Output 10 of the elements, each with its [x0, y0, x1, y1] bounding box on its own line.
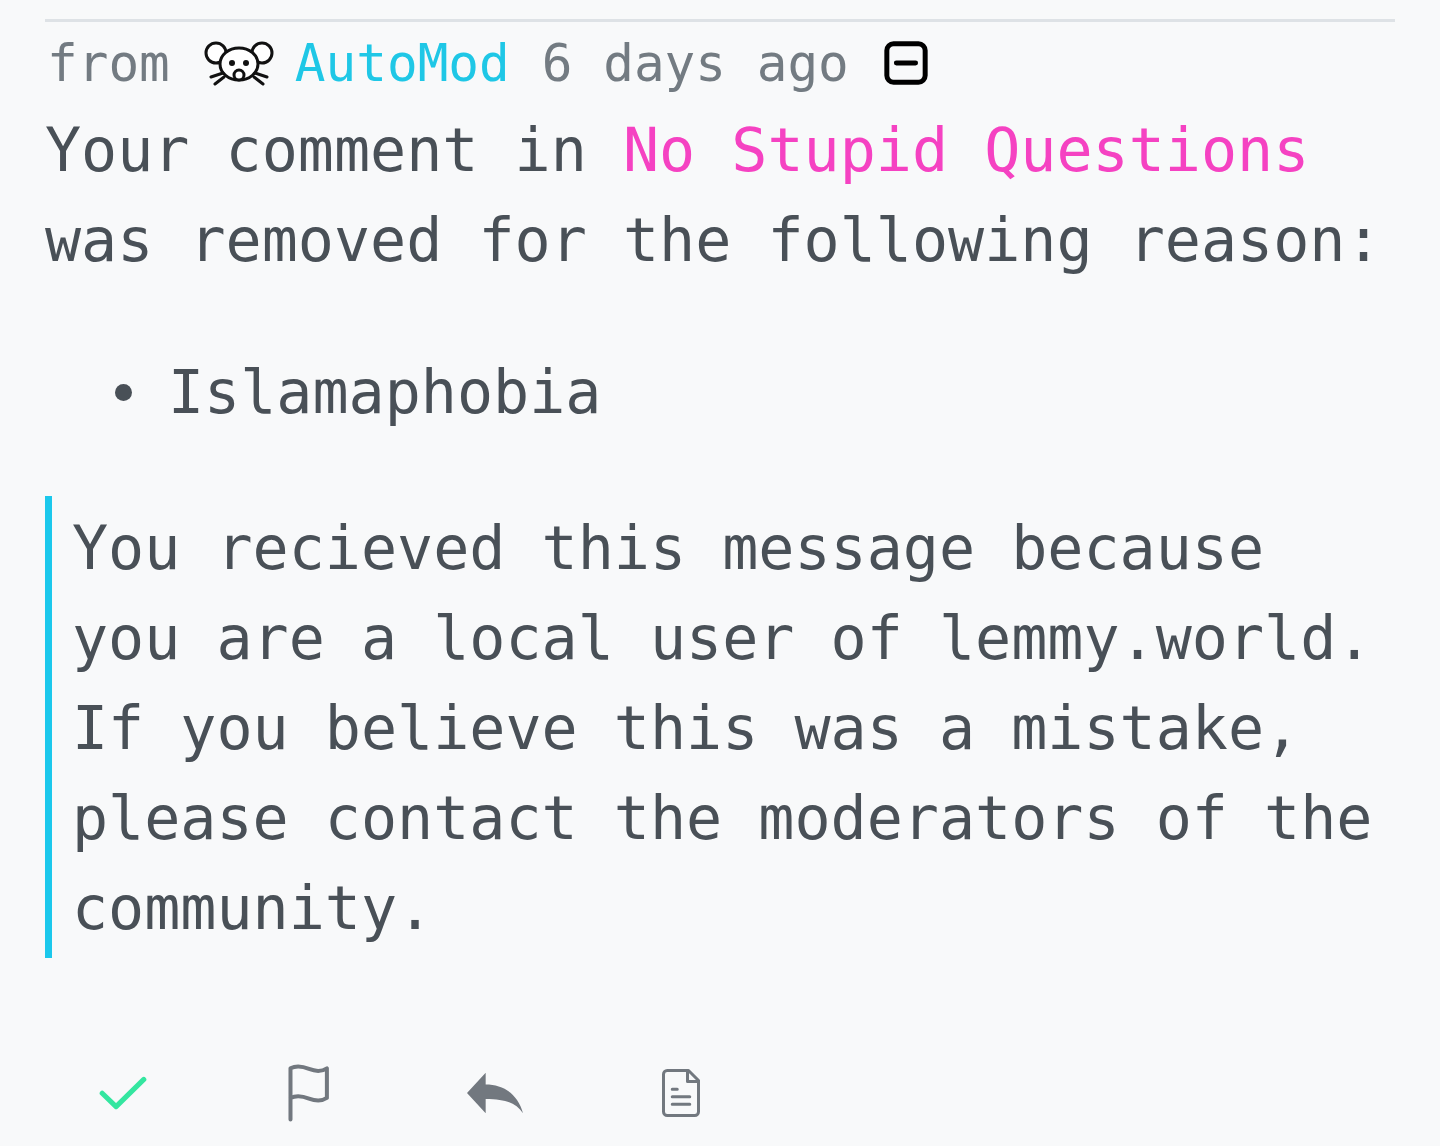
community-link[interactable]: No Stupid Questions	[623, 115, 1310, 185]
sender-link[interactable]: AutoMod	[294, 33, 510, 93]
message-text: Your comment in No Stupid Questions was removed for the following reason:	[45, 114, 1383, 277]
bullet-icon	[115, 383, 132, 401]
reason-text: Islamaphobia	[168, 357, 602, 427]
note-text: You recieved this message because you are a local user of lemmy.world. If you believe this was a mistake, please contact the moderators of the community.	[72, 512, 1374, 945]
from-label: from	[47, 33, 170, 93]
timestamp: 6 days ago	[541, 33, 849, 93]
minus-square-icon[interactable]	[882, 40, 929, 86]
mouse-icon	[202, 39, 275, 87]
